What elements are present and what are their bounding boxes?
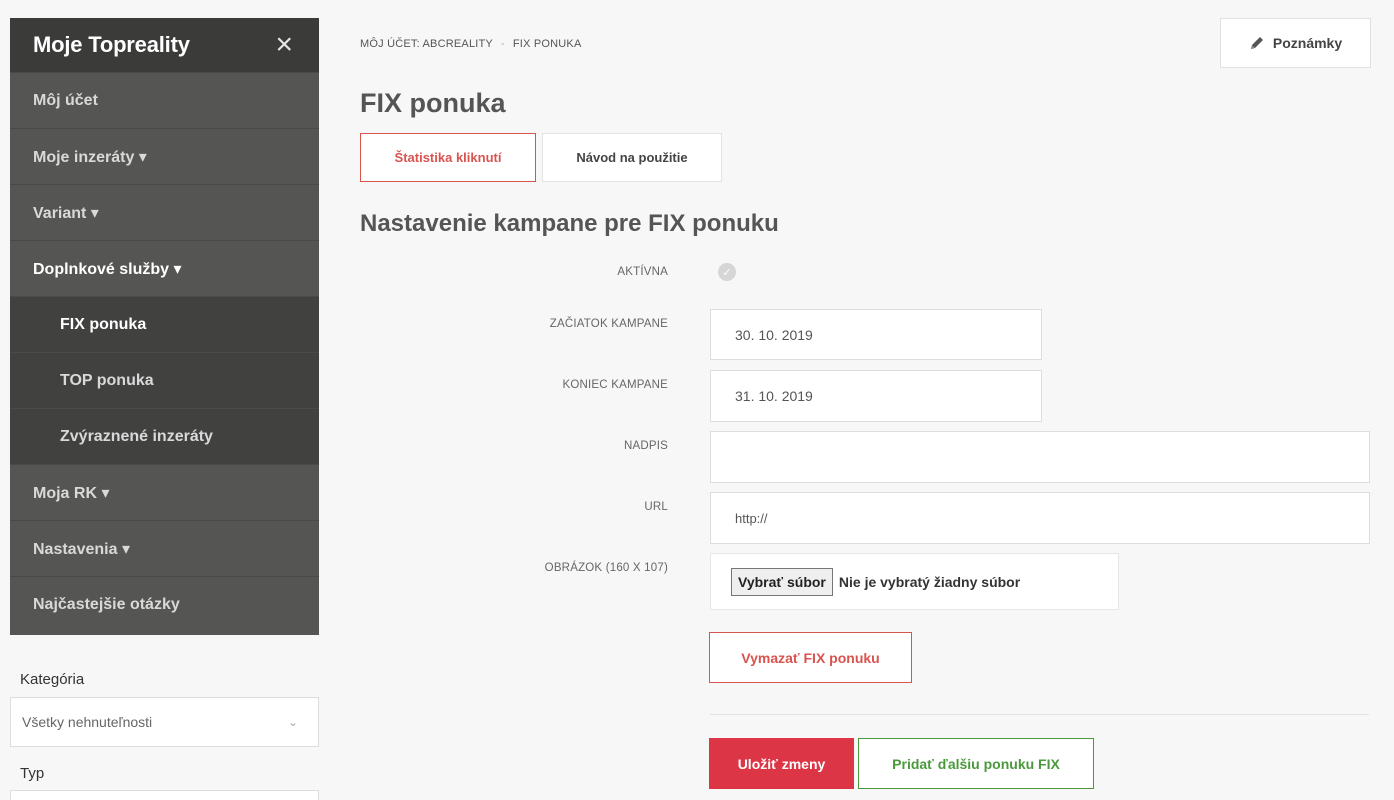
notes-button-label: Poznámky — [1272, 35, 1343, 51]
category-select-value: Všetky nehnuteľnosti — [22, 714, 153, 730]
tab-usage-guide[interactable]: Návod na použitie — [542, 133, 722, 182]
sidebar-submenu: FIX ponuka TOP ponuka Zvýraznené inzerát… — [10, 296, 319, 464]
section-title: Nastavenie kampane pre FIX ponuku — [360, 210, 779, 237]
save-changes-button[interactable]: Uložiť zmeny — [709, 738, 854, 789]
sidebar-title: Moje Topreality — [33, 32, 190, 57]
choose-file-button[interactable]: Vybrať súbor — [731, 567, 833, 596]
heading-input[interactable] — [710, 431, 1370, 483]
breadcrumb-current: FIX PONUKA — [512, 38, 582, 50]
sidebar-item-my-agency[interactable]: Moja RK ▾ — [10, 464, 319, 520]
end-date-input[interactable]: 31. 10. 2019 — [710, 370, 1042, 422]
type-label: Typ — [20, 765, 45, 782]
heading-label: NADPIS — [623, 440, 668, 452]
sidebar: Moje Topreality × Môj účet Moje inzeráty… — [10, 18, 319, 635]
end-date-label: KONIEC KAMPANE — [562, 379, 668, 391]
sidebar-item-highlighted-listings[interactable]: Zvýraznené inzeráty — [10, 408, 319, 464]
chevron-down-icon: ⌄ — [287, 715, 298, 729]
url-input[interactable]: http:// — [710, 492, 1370, 544]
url-label: URL — [644, 501, 668, 513]
file-status-text: Nie je vybratý žiadny súbor — [838, 573, 1021, 590]
sidebar-item-my-account[interactable]: Môj účet — [10, 72, 319, 128]
image-file-picker: Vybrať súbor Nie je vybratý žiadny súbor — [710, 553, 1119, 610]
divider — [710, 714, 1369, 715]
image-label: OBRÁZOK (160 X 107) — [544, 562, 668, 574]
sidebar-item-settings[interactable]: Nastavenia ▾ — [10, 520, 319, 576]
add-fix-offer-button[interactable]: Pridať ďalšiu ponuku FIX — [858, 738, 1094, 789]
pencil-icon — [1250, 37, 1263, 49]
page-title: FIX ponuka — [360, 88, 506, 118]
sidebar-item-variant[interactable]: Variant ▾ — [10, 184, 319, 240]
tab-click-stats[interactable]: Štatistika kliknutí — [360, 133, 536, 182]
sidebar-item-top-offer[interactable]: TOP ponuka — [10, 352, 319, 408]
check-icon[interactable]: ✓ — [718, 263, 736, 281]
type-select[interactable] — [10, 790, 319, 800]
sidebar-item-my-listings[interactable]: Moje inzeráty ▾ — [10, 128, 319, 184]
breadcrumb-separator: - — [500, 38, 505, 50]
start-date-input[interactable]: 30. 10. 2019 — [710, 309, 1042, 360]
notes-button[interactable]: Poznámky — [1220, 18, 1371, 68]
close-icon[interactable]: × — [275, 30, 293, 60]
sidebar-item-additional-services[interactable]: Doplnkové služby ▾ — [10, 240, 319, 296]
delete-fix-offer-button[interactable]: Vymazať FIX ponuku — [709, 632, 912, 683]
breadcrumb-account[interactable]: MÔJ ÚČET: ABCREALITY — [360, 38, 493, 50]
sidebar-item-faq[interactable]: Najčastejšie otázky — [10, 576, 319, 632]
start-date-label: ZAČIATOK KAMPANE — [549, 318, 668, 330]
active-label: AKTÍVNA — [617, 266, 668, 278]
category-label: Kategória — [20, 671, 85, 688]
category-select[interactable]: Všetky nehnuteľnosti ⌄ — [10, 697, 319, 747]
breadcrumb: MÔJ ÚČET: ABCREALITY - FIX PONUKA — [360, 38, 581, 50]
sidebar-header: Moje Topreality × — [10, 18, 319, 72]
sidebar-item-fix-offer[interactable]: FIX ponuka — [10, 296, 319, 352]
